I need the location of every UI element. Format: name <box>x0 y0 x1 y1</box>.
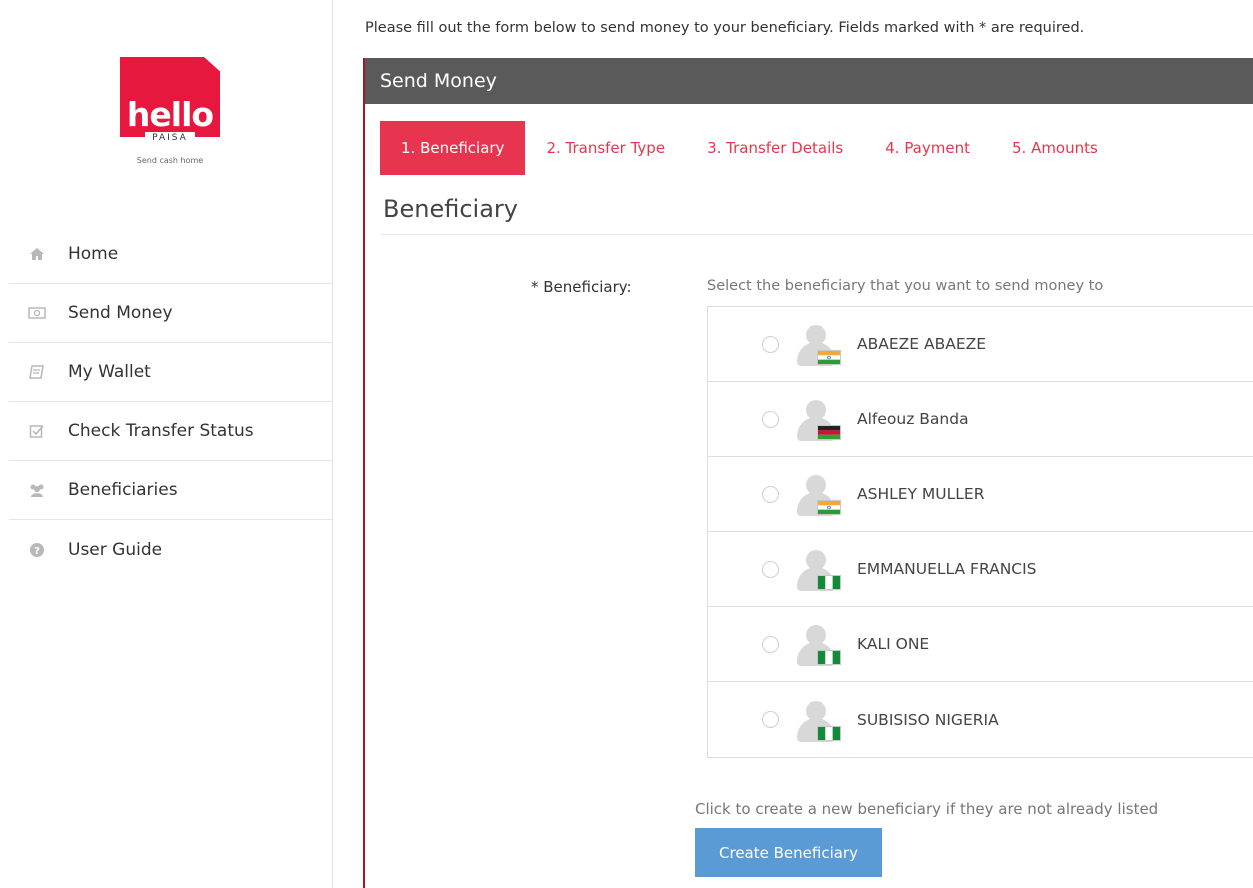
sidebar-item-label: My Wallet <box>68 362 151 382</box>
section-divider <box>381 234 1253 235</box>
svg-text:?: ? <box>34 546 40 557</box>
beneficiary-name: Alfeouz Banda <box>857 410 969 428</box>
beneficiary-field-help: Select the beneficiary that you want to … <box>707 278 1104 294</box>
wallet-icon <box>27 362 47 382</box>
avatar <box>793 547 841 591</box>
wizard-steps: 1. Beneficiary 2. Transfer Type 3. Trans… <box>380 121 1119 175</box>
step-beneficiary[interactable]: 1. Beneficiary <box>380 121 526 175</box>
beneficiary-field-label: * Beneficiary: <box>531 278 632 296</box>
sidebar-item-send-money[interactable]: Send Money <box>9 284 333 343</box>
sidebar-item-home[interactable]: Home <box>9 225 333 284</box>
sidebar-nav: Home Send Money My Wallet Check Transfer… <box>9 225 333 579</box>
sidebar-item-label: User Guide <box>68 539 163 560</box>
sidebar-item-label: Check Transfer Status <box>68 421 254 441</box>
step-payment[interactable]: 4. Payment <box>864 121 991 175</box>
beneficiary-option[interactable]: ABAEZE ABAEZE <box>708 307 1253 382</box>
beneficiary-option[interactable]: ASHLEY MULLER <box>708 457 1253 532</box>
create-beneficiary-button[interactable]: Create Beneficiary <box>695 828 882 877</box>
sidebar-item-label: Home <box>68 244 119 264</box>
nigeria-flag-icon <box>817 575 841 590</box>
beneficiary-name: EMMANUELLA FRANCIS <box>857 560 1037 578</box>
create-beneficiary-help: Click to create a new beneficiary if the… <box>695 800 1159 818</box>
checkbox-icon <box>27 421 47 441</box>
avatar <box>793 698 841 742</box>
sidebar-item-my-wallet[interactable]: My Wallet <box>9 343 333 402</box>
sidebar-item-label: Beneficiaries <box>68 480 178 500</box>
logo-paisa: PAISA <box>145 132 195 144</box>
beneficiary-list: ABAEZE ABAEZE Alfeouz Banda ASHLEY MULLE… <box>707 306 1253 758</box>
india-flag-icon <box>817 500 841 515</box>
users-icon <box>27 480 47 500</box>
step-transfer-type[interactable]: 2. Transfer Type <box>525 121 686 175</box>
radio-button[interactable] <box>762 711 779 728</box>
radio-button[interactable] <box>762 410 779 428</box>
sidebar-item-label: Send Money <box>68 303 173 323</box>
form-instructions: Please fill out the form below to send m… <box>365 20 1085 36</box>
home-icon <box>27 244 47 264</box>
send-money-panel: Send Money 1. Beneficiary 2. Transfer Ty… <box>363 58 1253 888</box>
beneficiary-name: ABAEZE ABAEZE <box>857 335 987 353</box>
logo-word: hello <box>126 95 214 134</box>
nigeria-flag-icon <box>817 725 841 741</box>
sidebar-item-user-guide[interactable]: ? User Guide <box>9 520 333 579</box>
avatar <box>793 397 841 441</box>
beneficiary-name: ASHLEY MULLER <box>857 485 985 503</box>
sidebar: hello PAISA Send cash home Home Send Mon… <box>0 0 333 888</box>
sidebar-item-check-transfer-status[interactable]: Check Transfer Status <box>9 402 333 461</box>
section-title: Beneficiary <box>383 195 518 223</box>
help-circle-icon: ? <box>27 540 47 560</box>
money-icon <box>27 303 47 323</box>
avatar <box>793 622 841 666</box>
avatar <box>793 322 841 366</box>
beneficiary-option[interactable]: KALI ONE <box>708 607 1253 682</box>
avatar <box>793 472 841 516</box>
hello-paisa-logo[interactable]: hello PAISA Send cash home <box>120 57 220 177</box>
beneficiary-option[interactable]: Alfeouz Banda <box>708 382 1253 457</box>
radio-button[interactable] <box>762 560 779 578</box>
panel-title: Send Money <box>365 58 1253 104</box>
beneficiary-name: SUBISISO NIGERIA <box>857 710 999 729</box>
beneficiary-name: KALI ONE <box>857 635 930 653</box>
radio-button[interactable] <box>762 335 779 353</box>
step-amounts[interactable]: 5. Amounts <box>991 121 1119 175</box>
step-transfer-details[interactable]: 3. Transfer Details <box>686 121 864 175</box>
sidebar-item-beneficiaries[interactable]: Beneficiaries <box>9 461 333 520</box>
beneficiary-option[interactable]: EMMANUELLA FRANCIS <box>708 532 1253 607</box>
malawi-flag-icon <box>817 425 841 440</box>
radio-button[interactable] <box>762 485 779 503</box>
beneficiary-option[interactable]: SUBISISO NIGERIA <box>708 682 1253 757</box>
radio-button[interactable] <box>762 635 779 653</box>
india-flag-icon <box>817 350 841 365</box>
logo-tagline: Send cash home <box>136 156 204 165</box>
nigeria-flag-icon <box>817 650 841 665</box>
